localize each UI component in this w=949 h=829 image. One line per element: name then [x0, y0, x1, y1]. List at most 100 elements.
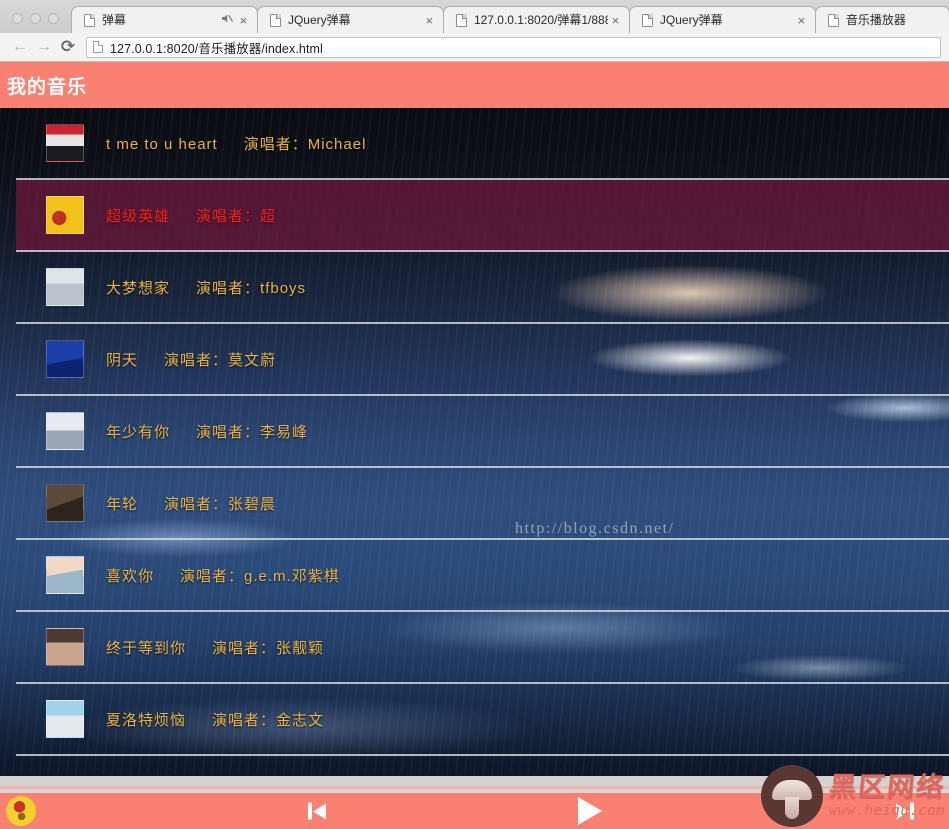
tab-title: JQuery弹幕 [287, 13, 351, 27]
song-meta: t me to u heart 演唱者： Michael [106, 133, 366, 154]
page-favicon-icon [93, 41, 103, 53]
forward-icon[interactable]: → [32, 35, 56, 59]
song-title: t me to u heart [106, 135, 218, 153]
song-list-item[interactable]: 大梦想家 演唱者： tfboys [16, 252, 949, 324]
browser-tab-3[interactable]: 127.0.0.1:8020/弹幕1/888. × [442, 6, 630, 33]
song-artist-label: 演唱者： [212, 711, 277, 729]
song-list-item[interactable]: 年少有你 演唱者： 李易峰 [16, 396, 949, 468]
minimize-window-button[interactable] [30, 13, 41, 24]
song-meta: 大梦想家 演唱者： tfboys [106, 277, 306, 298]
address-bar[interactable]: 127.0.0.1:8020/音乐播放器/index.html [86, 36, 941, 58]
page-favicon-icon [455, 13, 467, 27]
song-artist-label: 演唱者： [196, 423, 261, 441]
page-favicon-icon [827, 13, 839, 27]
album-art-thumbnail [46, 196, 84, 234]
tab-close-button[interactable]: × [608, 13, 623, 28]
album-art-thumbnail [46, 628, 84, 666]
song-meta: 超级英雄 演唱者： 超 [106, 205, 276, 226]
play-button[interactable] [578, 797, 602, 825]
app-header: 我的音乐 [0, 62, 949, 108]
browser-tab-4[interactable]: JQuery弹幕 × [628, 6, 816, 33]
song-list-item[interactable]: 阴天 演唱者： 莫文蔚 [16, 324, 949, 396]
album-art-thumbnail [46, 556, 84, 594]
previous-track-icon [308, 802, 326, 820]
song-artist: 张碧晨 [228, 495, 277, 513]
next-track-button[interactable] [896, 802, 914, 820]
browser-tab-5-active[interactable]: 音乐播放器 [814, 6, 949, 33]
song-artist-label: 演唱者： [243, 135, 308, 153]
next-track-icon [896, 802, 914, 820]
album-art-thumbnail [46, 268, 84, 306]
song-artist: tfboys [260, 279, 307, 297]
tab-title: JQuery弹幕 [659, 13, 723, 27]
album-art-thumbnail [46, 124, 84, 162]
song-artist: 莫文蔚 [228, 351, 277, 369]
previous-track-button[interactable] [308, 802, 326, 820]
song-list-item[interactable]: 年轮 演唱者： 张碧晨 [16, 468, 949, 540]
page-content: 我的音乐 t me to u heart 演唱者： Michael 超级英雄 演… [0, 62, 949, 829]
page-favicon-icon [641, 13, 653, 27]
song-artist-label: 演唱者： [196, 279, 261, 297]
song-artist: g.e.m.邓紫棋 [244, 567, 340, 585]
tab-close-button[interactable]: × [794, 13, 809, 28]
current-album-thumbnail[interactable] [6, 796, 36, 826]
song-list: t me to u heart 演唱者： Michael 超级英雄 演唱者： 超… [0, 108, 949, 775]
song-artist-label: 演唱者： [180, 567, 245, 585]
song-artist-label: 演唱者： [164, 495, 229, 513]
player-bar [0, 793, 949, 829]
album-art-thumbnail [46, 412, 84, 450]
reload-icon[interactable]: ⟳ [56, 35, 80, 59]
tab-close-button[interactable]: × [236, 13, 251, 28]
song-meta: 夏洛特烦恼 演唱者： 金志文 [106, 709, 324, 730]
song-title: 夏洛特烦恼 [106, 711, 187, 729]
tab-title: 弹幕 [102, 13, 127, 27]
address-bar-url: 127.0.0.1:8020/音乐播放器/index.html [110, 41, 323, 56]
song-meta: 喜欢你 演唱者： g.e.m.邓紫棋 [106, 565, 340, 586]
song-artist-label: 演唱者： [164, 351, 229, 369]
song-title: 阴天 [106, 351, 139, 369]
tab-close-button[interactable]: × [422, 13, 437, 28]
tab-strip: 弹幕 × JQuery弹幕 × 127.0.0.1:8020/弹幕1/888. … [0, 0, 949, 33]
back-icon[interactable]: ← [8, 35, 32, 59]
page-favicon-icon [269, 13, 281, 27]
browser-toolbar: ← → ⟳ 127.0.0.1:8020/音乐播放器/index.html [0, 33, 949, 62]
song-meta: 终于等到你 演唱者： 张靓颖 [106, 637, 324, 658]
song-title: 年少有你 [106, 423, 171, 441]
close-window-button[interactable] [12, 13, 23, 24]
song-list-item[interactable]: 喜欢你 演唱者： g.e.m.邓紫棋 [16, 540, 949, 612]
page-title: 我的音乐 [7, 76, 88, 98]
song-title: 大梦想家 [106, 279, 171, 297]
song-artist: 张靓颖 [276, 639, 325, 657]
song-artist: 李易峰 [260, 423, 309, 441]
song-title: 喜欢你 [106, 567, 155, 585]
tab-title: 127.0.0.1:8020/弹幕1/888. [473, 13, 608, 27]
window-traffic-lights [6, 13, 71, 33]
song-artist: 金志文 [276, 711, 325, 729]
album-art-thumbnail [46, 484, 84, 522]
album-art-thumbnail [46, 340, 84, 378]
maximize-window-button[interactable] [48, 13, 59, 24]
page-favicon-icon [84, 13, 95, 27]
browser-tab-1[interactable]: 弹幕 × [71, 6, 258, 33]
song-artist-label: 演唱者： [196, 207, 261, 225]
song-title: 年轮 [106, 495, 139, 513]
play-icon [578, 797, 602, 825]
song-list-item[interactable]: 夏洛特烦恼 演唱者： 金志文 [16, 684, 949, 756]
song-artist: 超 [260, 207, 277, 225]
muted-speaker-icon[interactable] [220, 12, 234, 28]
song-title: 超级英雄 [106, 207, 171, 225]
song-artist: Michael [307, 135, 367, 153]
tab-title: 音乐播放器 [845, 13, 906, 27]
song-title: 终于等到你 [106, 639, 187, 657]
song-meta: 年少有你 演唱者： 李易峰 [106, 421, 308, 442]
song-list-item[interactable]: t me to u heart 演唱者： Michael [16, 108, 949, 180]
browser-tab-2[interactable]: JQuery弹幕 × [256, 6, 444, 33]
song-list-item[interactable]: 终于等到你 演唱者： 张靓颖 [16, 612, 949, 684]
browser-chrome: 弹幕 × JQuery弹幕 × 127.0.0.1:8020/弹幕1/888. … [0, 0, 949, 62]
song-meta: 阴天 演唱者： 莫文蔚 [106, 349, 276, 370]
song-artist-label: 演唱者： [212, 639, 277, 657]
song-meta: 年轮 演唱者： 张碧晨 [106, 493, 276, 514]
album-art-thumbnail [46, 700, 84, 738]
list-player-divider [0, 775, 949, 793]
song-list-item-active[interactable]: 超级英雄 演唱者： 超 [16, 180, 949, 252]
